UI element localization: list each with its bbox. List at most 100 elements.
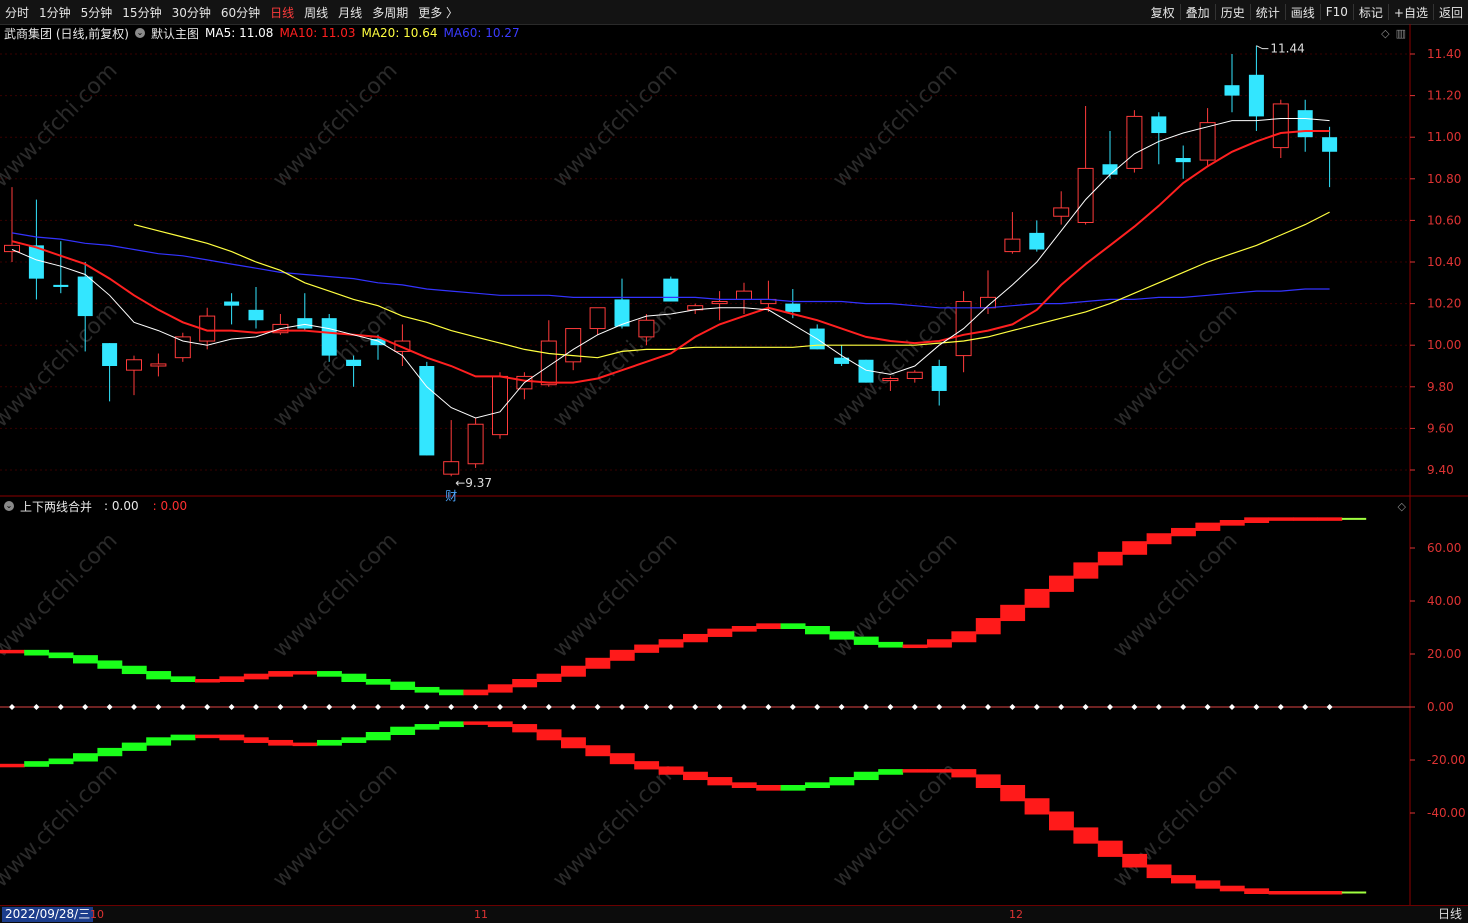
watermark-text: www.cfchi.com <box>1108 298 1242 432</box>
tool-button-3[interactable]: 统计 <box>1251 4 1285 21</box>
diamond-icon[interactable]: ◇ <box>1398 500 1406 513</box>
zero-dot <box>936 704 943 710</box>
period-tab-3[interactable]: 15分钟 <box>117 4 166 21</box>
zero-dot <box>179 704 186 710</box>
watermark-text: www.cfchi.com <box>268 528 402 662</box>
zero-dot <box>741 704 747 710</box>
tool-button-6[interactable]: 标记 <box>1354 4 1388 21</box>
tool-buttons: 复权 叠加 历史 统计 画线 F10 标记 +自选 返回 <box>1146 0 1468 24</box>
chevron-down-icon[interactable]: ⌄ <box>4 501 14 511</box>
lower-band-step <box>292 742 318 747</box>
lower-band-step <box>780 785 806 791</box>
period-tab-4[interactable]: 30分钟 <box>167 4 216 21</box>
ma20-line <box>133 211 1330 359</box>
period-tab-2[interactable]: 5分钟 <box>76 4 118 21</box>
template-label[interactable]: 默认主图 <box>151 25 199 42</box>
pane-controls: ◇ ▥ <box>1381 27 1406 40</box>
candle-body <box>321 318 337 356</box>
period-tab-9[interactable]: 多周期 <box>367 4 413 21</box>
zero-dot <box>863 704 869 710</box>
zero-dot <box>57 704 64 710</box>
low-marker-label: ←9.37 <box>455 476 492 490</box>
upper-band-step <box>414 686 440 693</box>
indicator-name[interactable]: 上下两线合并 <box>20 498 92 515</box>
zero-dot <box>1107 704 1113 710</box>
zero-dot <box>985 704 991 710</box>
lower-band-step <box>463 721 489 725</box>
zero-dot <box>1033 704 1040 710</box>
upper-band-step <box>1244 517 1270 523</box>
candle-body <box>4 244 20 253</box>
tool-button-7[interactable]: +自选 <box>1389 4 1433 21</box>
period-tab-0[interactable]: 分时 <box>0 4 34 21</box>
zero-dot <box>1302 704 1309 710</box>
tool-button-4[interactable]: 画线 <box>1286 4 1320 21</box>
tool-button-8[interactable]: 返回 <box>1434 4 1468 21</box>
period-tab-1[interactable]: 1分钟 <box>34 4 76 21</box>
tool-button-5[interactable]: F10 <box>1321 5 1353 19</box>
period-indicator[interactable]: 日线 <box>1438 907 1462 922</box>
candle-body <box>370 338 386 346</box>
lower-band-step <box>243 737 269 743</box>
zero-dot <box>375 704 381 710</box>
event-badge: 财 <box>445 489 457 503</box>
candle-body <box>955 301 972 357</box>
diamond-icon[interactable]: ◇ <box>1381 27 1389 40</box>
lower-band-step <box>902 769 928 773</box>
kline-chart[interactable]: www.cfchi.com www.cfchi.com www.cfchi.com w… <box>0 0 1468 905</box>
tool-button-1[interactable]: 叠加 <box>1181 4 1215 21</box>
top-toolbar: 分时 1分钟 5分钟 15分钟 30分钟 60分钟 日线 周线 月线 多周期 更多 〉 复权 叠加 历史… <box>0 0 1468 25</box>
period-tab-5[interactable]: 60分钟 <box>216 4 265 21</box>
indicator-pane-controls: ◇ <box>1398 500 1406 513</box>
lower-band-step <box>146 737 172 746</box>
upper-band-step <box>1000 604 1026 622</box>
candle-body <box>1272 103 1289 149</box>
candle-body <box>126 359 142 371</box>
upper-band-step <box>780 623 806 629</box>
lower-band-step <box>341 737 367 743</box>
y-tick-label: 10.60 <box>1427 213 1461 227</box>
period-tab-8[interactable]: 月线 <box>333 4 367 21</box>
zero-dot <box>619 704 625 710</box>
zero-dot <box>1326 704 1333 710</box>
lower-band-step <box>219 734 245 741</box>
upper-band-step <box>853 636 879 645</box>
upper-band-step <box>609 649 635 661</box>
chevron-down-icon[interactable]: ⌄ <box>135 28 145 38</box>
zero-dot <box>1131 704 1138 710</box>
candle-body <box>1029 232 1045 250</box>
ma10-label: MA10: 11.03 <box>279 26 356 40</box>
watermark-text: www.cfchi.com <box>548 758 682 892</box>
watermark-text: www.cfchi.com <box>0 58 123 192</box>
watermark-text: www.cfchi.com <box>0 298 123 432</box>
tool-button-0[interactable]: 复权 <box>1146 4 1180 21</box>
high-marker-arrow <box>1256 45 1269 50</box>
period-tab-10[interactable]: 更多 〉 <box>413 4 463 21</box>
zero-dot <box>301 704 308 710</box>
upper-band-step <box>243 673 269 680</box>
y-tick-label: 11.00 <box>1427 130 1461 144</box>
period-tab-6[interactable]: 日线 <box>265 4 299 21</box>
lower-band-step <box>878 769 904 775</box>
upper-band-step <box>1097 551 1123 566</box>
lower-band-step <box>73 753 98 762</box>
candle-body <box>1077 167 1094 223</box>
upper-band-step <box>585 657 611 669</box>
tool-button-2[interactable]: 历史 <box>1216 4 1250 21</box>
candle-body <box>199 315 216 342</box>
y-tick-label: 11.40 <box>1427 47 1461 61</box>
lower-band-step <box>951 769 977 778</box>
y-tick-label: 9.40 <box>1427 463 1454 477</box>
candle-body <box>1248 74 1264 117</box>
ma5-line <box>11 118 1330 419</box>
zero-dot <box>497 704 503 710</box>
lower-band-step <box>268 739 294 746</box>
period-tab-7[interactable]: 周线 <box>299 4 333 21</box>
candle-body <box>540 340 557 386</box>
ma60-label: MA60: 10.27 <box>443 26 520 40</box>
lower-band-step <box>756 785 782 791</box>
candle-body <box>589 307 606 330</box>
candle-body <box>711 301 728 305</box>
candle-body <box>736 290 752 300</box>
maximize-icon[interactable]: ▥ <box>1396 27 1406 40</box>
